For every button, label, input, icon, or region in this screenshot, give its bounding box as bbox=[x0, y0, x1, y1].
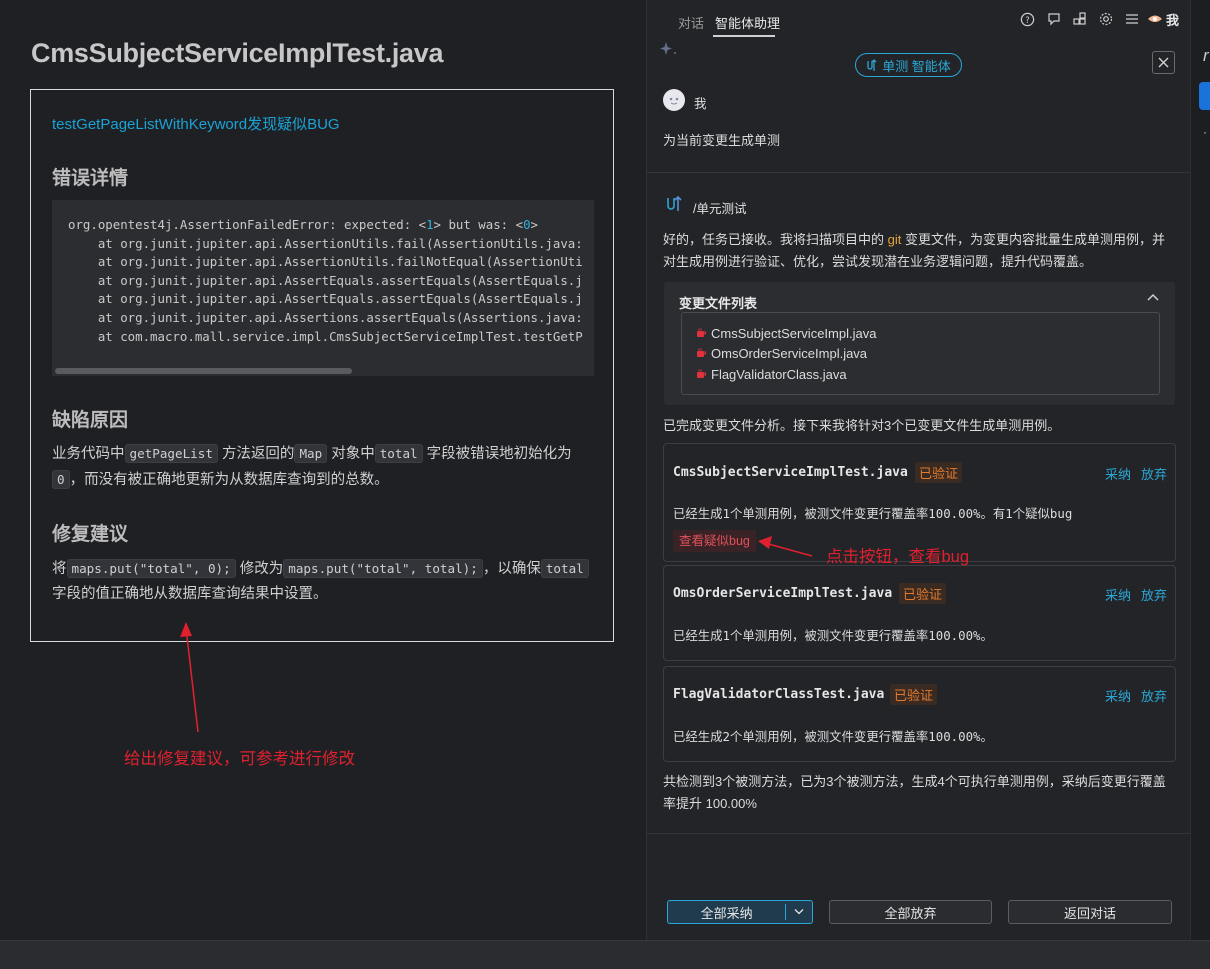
java-file-icon bbox=[697, 348, 706, 358]
close-icon bbox=[1158, 57, 1169, 68]
settings-icon[interactable] bbox=[1097, 10, 1115, 28]
adopt-button[interactable]: 采纳 bbox=[1105, 686, 1131, 705]
divider bbox=[647, 833, 1191, 834]
stacktrace-line: at org.junit.jupiter.api.AssertionUtils.… bbox=[68, 235, 583, 251]
stacktrace-line: org.opentest4j.AssertionFailedError: exp… bbox=[68, 217, 539, 232]
adopt-button[interactable]: 采纳 bbox=[1105, 464, 1131, 483]
test-file-name: OmsOrderServiceImplTest.java bbox=[673, 586, 893, 601]
activity-strip: r · bbox=[1190, 0, 1210, 940]
git-keyword: git bbox=[887, 232, 902, 247]
test-result-card: FlagValidatorClassTest.java 已验证 采纳 放弃 已经… bbox=[663, 666, 1176, 762]
sparkle-icon bbox=[660, 42, 676, 55]
user-name: 我 bbox=[694, 97, 707, 111]
file-title: CmsSubjectServiceImplTest.java bbox=[31, 38, 444, 68]
avatar bbox=[663, 89, 685, 111]
fix-annotation: 给出修复建议，可参考进行修改 bbox=[124, 750, 355, 768]
java-file-icon bbox=[697, 369, 706, 378]
verified-badge: 已验证 bbox=[899, 583, 947, 604]
cause-paragraph: 业务代码中 getPageList 方法返回的 Map 对象中 total 字段被错误… bbox=[52, 444, 572, 489]
adopt-button[interactable]: 采纳 bbox=[1105, 585, 1131, 604]
agent-pill-label: 单测 智能体 bbox=[882, 58, 951, 74]
chat-bubble-icon[interactable] bbox=[1045, 10, 1063, 28]
chevron-up-icon[interactable] bbox=[1146, 291, 1160, 305]
discard-button[interactable]: 放弃 bbox=[1141, 686, 1167, 705]
agent-intro-message: 好的，任务已接收。我将扫描项目中的 git 变更文件，为变更内容批量生成单测用例… bbox=[663, 232, 1165, 269]
avatar-face-icon bbox=[669, 97, 679, 105]
unit-test-agent-icon bbox=[667, 195, 682, 211]
stacktrace-line: at org.junit.jupiter.api.AssertEquals.as… bbox=[68, 291, 583, 307]
code-scrollbar-thumb[interactable] bbox=[55, 368, 352, 374]
command-label: /单元测试 bbox=[693, 202, 747, 216]
discard-all-button[interactable]: 全部放弃 bbox=[829, 900, 992, 924]
editor-pane: CmsSubjectServiceImplTest.java testGetPa… bbox=[0, 0, 645, 940]
coverage-summary: 共检测到3个被测方法，已为3个被测方法，生成4个可执行单测用例，采纳后变更行覆盖… bbox=[663, 774, 1166, 811]
test-summary: 已经生成1个单测用例，被测文件变更行覆盖率100.00%。有1个疑似bug bbox=[673, 506, 1073, 521]
file-item[interactable]: OmsOrderServiceImpl.java bbox=[696, 344, 1159, 365]
test-summary: 已经生成1个单测用例，被测文件变更行覆盖率100.00%。 bbox=[673, 628, 993, 643]
stacktrace-line: at org.junit.jupiter.api.AssertEquals.as… bbox=[68, 272, 583, 288]
verified-badge: 已验证 bbox=[915, 462, 963, 483]
stacktrace-code-block: org.opentest4j.AssertionFailedError: exp… bbox=[52, 200, 594, 376]
plugins-icon[interactable] bbox=[1071, 10, 1089, 28]
user-emoji-icon bbox=[1148, 15, 1162, 22]
help-icon[interactable]: ? bbox=[1018, 10, 1036, 28]
divider bbox=[647, 172, 1191, 173]
test-summary: 已经生成2个单测用例，被测文件变更行覆盖率100.00%。 bbox=[673, 729, 993, 744]
adopt-all-button[interactable]: 全部采纳 bbox=[667, 900, 813, 924]
svg-text:?: ? bbox=[1025, 14, 1029, 24]
fix-heading: 修复建议 bbox=[52, 524, 129, 545]
discard-button[interactable]: 放弃 bbox=[1141, 585, 1167, 604]
changed-files-list: CmsSubjectServiceImpl.java OmsOrderServi… bbox=[681, 312, 1160, 395]
unit-test-icon bbox=[867, 58, 877, 71]
tab-chat[interactable]: 对话 bbox=[678, 13, 704, 32]
file-item[interactable]: CmsSubjectServiceImpl.java bbox=[696, 323, 1159, 344]
stacktrace-line: at com.macro.mall.service.impl.CmsSubjec… bbox=[68, 328, 583, 344]
discard-button[interactable]: 放弃 bbox=[1141, 464, 1167, 483]
view-suspected-bug-button[interactable]: 查看疑似bug bbox=[673, 530, 756, 552]
analysis-message: 已完成变更文件分析。接下来我将针对3个已变更文件生成单测用例。 bbox=[663, 418, 1061, 433]
cause-heading: 缺陷原因 bbox=[52, 410, 129, 431]
user-menu[interactable]: 我 bbox=[1166, 10, 1179, 29]
strip-active-tab[interactable] bbox=[1199, 82, 1210, 110]
list-icon[interactable] bbox=[1123, 10, 1141, 28]
changed-files-title: 变更文件列表 bbox=[679, 296, 758, 311]
tab-agent-assistant[interactable]: 智能体助理 bbox=[715, 13, 780, 32]
panel-tab-bar: 对话 智能体助理 ? 我 bbox=[647, 0, 1191, 38]
stacktrace-line: at org.junit.jupiter.api.AssertionUtils.… bbox=[68, 254, 583, 270]
bug-annotation: 点击按钮，查看bug bbox=[826, 548, 970, 566]
bug-title-link[interactable]: testGetPageListWithKeyword发现疑似BUG bbox=[52, 113, 340, 134]
back-to-chat-button[interactable]: 返回对话 bbox=[1008, 900, 1172, 924]
test-result-card: OmsOrderServiceImplTest.java 已验证 采纳 放弃 已… bbox=[663, 565, 1176, 661]
strip-letter: r bbox=[1203, 46, 1209, 65]
test-file-name: CmsSubjectServiceImplTest.java bbox=[673, 465, 908, 480]
chevron-down-icon[interactable] bbox=[786, 906, 812, 918]
java-file-icon bbox=[697, 328, 706, 337]
assistant-panel: 对话 智能体助理 ? 我 单测 智能体 我 为当前变更生成单测 /单元测试 好的… bbox=[646, 0, 1191, 940]
adopt-all-label: 全部采纳 bbox=[700, 905, 753, 921]
changed-files-panel: 变更文件列表 CmsSubjectServiceImpl.java OmsOrd… bbox=[664, 282, 1175, 405]
fix-paragraph: 将 maps.put("total", 0); 修改为 maps.put("tota… bbox=[52, 556, 592, 607]
stacktrace-line: at org.junit.jupiter.api.Assertions.asse… bbox=[68, 309, 583, 325]
error-details-heading: 错误详情 bbox=[52, 168, 129, 189]
file-item[interactable]: FlagValidatorClass.java bbox=[696, 364, 1159, 385]
bug-report-card: testGetPageListWithKeyword发现疑似BUG 错误详情 o… bbox=[30, 89, 614, 642]
verified-badge: 已验证 bbox=[890, 684, 938, 705]
more-icon[interactable]: · bbox=[1203, 125, 1207, 139]
agent-pill[interactable]: 单测 智能体 bbox=[855, 53, 962, 77]
user-message: 为当前变更生成单测 bbox=[663, 133, 781, 148]
status-bar bbox=[0, 940, 1210, 969]
test-file-name: FlagValidatorClassTest.java bbox=[673, 687, 885, 702]
active-tab-indicator bbox=[713, 35, 775, 37]
stacktrace-text: org.opentest4j.AssertionFailedError: exp… bbox=[68, 216, 583, 346]
code-horizontal-scrollbar[interactable] bbox=[52, 366, 594, 376]
close-button[interactable] bbox=[1152, 51, 1175, 74]
